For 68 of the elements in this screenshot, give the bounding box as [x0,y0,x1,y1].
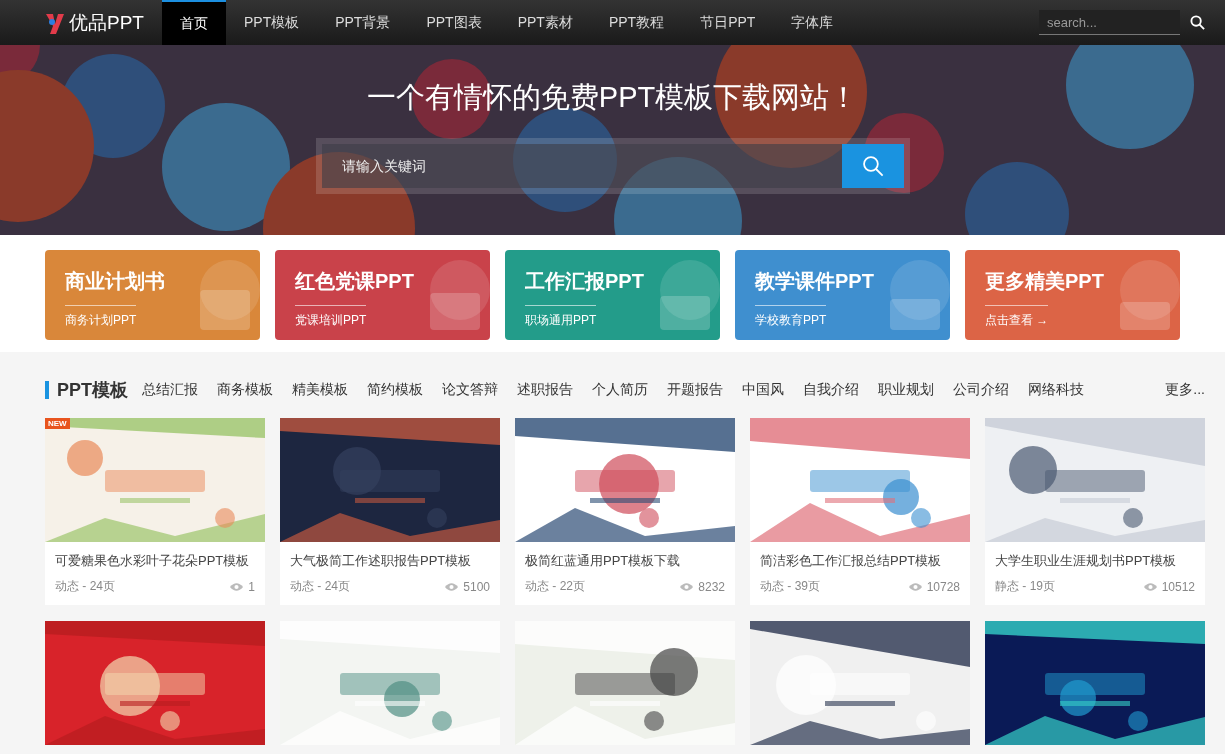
nav-tab[interactable]: PPT模板 [225,0,318,45]
template-card[interactable]: NEW 可爱糖果色水彩叶子花朵PPT模板 动态 - 24页 1 [45,418,265,605]
template-title[interactable]: 极简红蓝通用PPT模板下载 [515,542,735,570]
view-count: 10512 [1161,579,1195,594]
nav-tab[interactable]: 节日PPT [682,0,774,45]
view-count: 1 [248,579,255,594]
category-link[interactable]: 自我介绍 [803,381,859,399]
template-title[interactable]: 大学生职业生涯规划书PPT模板 [985,542,1205,570]
banner-title: 更多精美PPT [985,269,1105,294]
nav-tab[interactable]: PPT背景 [317,0,409,45]
search-icon [861,155,884,177]
template-card[interactable]: 大气极简工作述职报告PPT模板 动态 - 24页 5100 [280,418,500,605]
view-count: 8232 [698,579,725,594]
search-field[interactable]: 请输入关键词 [321,144,842,188]
more-link[interactable]: 更多... [1165,381,1205,399]
category-link[interactable]: 精美模板 [292,381,348,399]
banner-subtitle: 商务计划PPT [65,305,137,329]
category-link[interactable]: 总结汇报 [142,381,198,399]
view-count: 5100 [463,579,490,594]
eye-icon [229,581,245,592]
category-link[interactable]: 公司介绍 [953,381,1009,399]
template-title[interactable]: 简洁彩色工作汇报总结PPT模板 [750,542,970,570]
search-icon[interactable] [1190,15,1205,30]
category-link[interactable]: 个人简历 [592,381,648,399]
category-banner[interactable]: 更多精美PPT 点击查看 → [965,250,1180,340]
template-meta: 动态 - 24页 [290,578,350,595]
banner-title: 商业计划书 [65,269,166,294]
view-count: 10728 [926,579,960,594]
category-link[interactable]: 职业规划 [878,381,934,399]
category-link[interactable]: 网络科技 [1028,381,1084,399]
banner-subtitle: 点击查看 → [985,305,1049,329]
banner-title: 工作汇报PPT [525,269,645,294]
search-button[interactable] [841,144,904,188]
category-link[interactable]: 论文答辩 [442,381,498,399]
template-meta: 静态 - 19页 [995,578,1055,595]
logo-text[interactable]: 优品PPT [69,9,144,36]
banner-subtitle: 党课培训PPT [295,305,367,329]
eye-icon [1142,581,1158,592]
eye-icon [907,581,923,592]
category-link[interactable]: 简约模板 [367,381,423,399]
template-title[interactable]: 大气极简工作述职报告PPT模板 [280,542,500,570]
hero-title: 一个有情怀的免费PPT模板下载网站！ [366,80,859,115]
new-badge: NEW [45,418,70,429]
template-title[interactable]: 可爱糖果色水彩叶子花朵PPT模板 [45,542,265,570]
banner-subtitle: 学校教育PPT [755,305,827,329]
banner-subtitle: 职场通用PPT [525,305,597,329]
search-field[interactable]: search... [1039,10,1180,35]
nav-tab[interactable]: PPT图表 [408,0,500,45]
category-banner[interactable]: 红色党课PPT 党课培训PPT [275,250,490,340]
nav-tab[interactable]: PPT素材 [499,0,591,45]
nav-tab[interactable]: PPT教程 [590,0,683,45]
eye-icon [679,581,695,592]
eye-icon [444,581,460,592]
section-title: PPT模板 [45,381,128,399]
template-meta: 动态 - 24页 [55,578,115,595]
template-meta: 动态 - 39页 [760,578,820,595]
template-card[interactable]: 极简红蓝通用PPT模板下载 动态 - 22页 8232 [515,418,735,605]
template-card[interactable]: 大学生职业生涯规划书PPT模板 静态 - 19页 10512 [985,418,1205,605]
nav-tab[interactable]: 字体库 [773,0,852,45]
banner-title: 教学课件PPT [755,269,875,294]
category-link[interactable]: 述职报告 [517,381,573,399]
nav-tab[interactable]: 首页 [161,0,226,45]
category-link[interactable]: 开题报告 [667,381,723,399]
category-link[interactable]: 中国风 [742,381,784,399]
template-meta: 动态 - 22页 [525,578,585,595]
category-link[interactable]: 商务模板 [217,381,273,399]
template-card[interactable]: 简洁彩色工作汇报总结PPT模板 动态 - 39页 10728 [750,418,970,605]
banner-title: 红色党课PPT [295,269,415,294]
